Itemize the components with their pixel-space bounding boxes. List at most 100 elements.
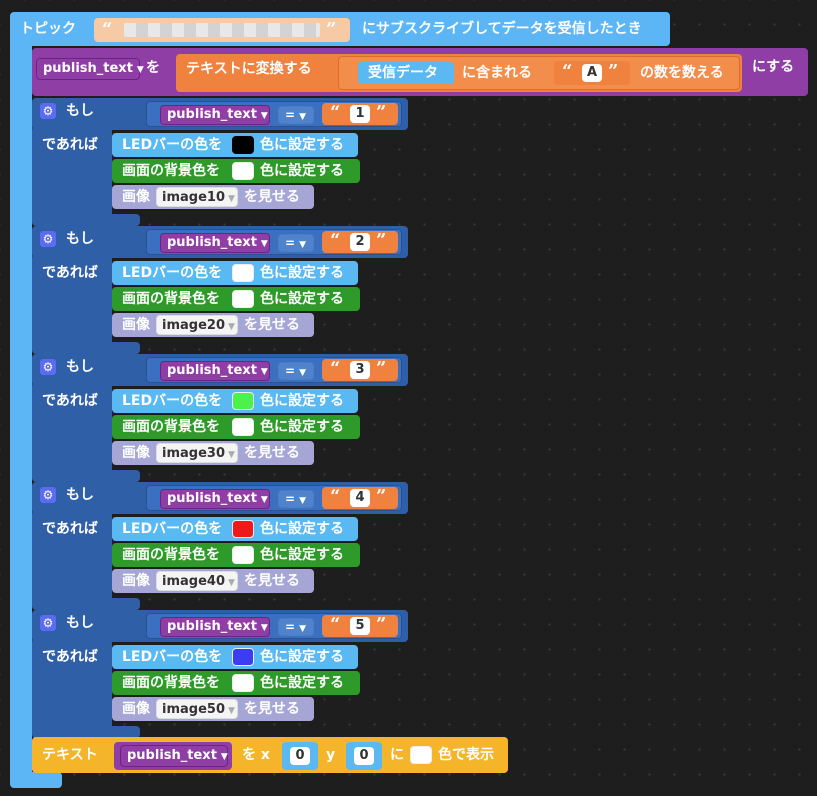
compare-literal[interactable]: “ 5 ” (322, 615, 398, 637)
compare-value[interactable]: 1 (350, 105, 370, 123)
compare-literal[interactable]: “ 3 ” (322, 359, 398, 381)
y-label: y (326, 747, 336, 763)
compare-literal[interactable]: “ 4 ” (322, 487, 398, 509)
x-value[interactable]: 0 (290, 747, 310, 765)
variable-name: publish_text (167, 235, 257, 250)
compare-value[interactable]: 2 (350, 233, 370, 251)
variable-name: publish_text (43, 61, 133, 76)
led-color-swatch[interactable] (232, 520, 254, 538)
operator-dropdown[interactable]: = ▼ (278, 618, 314, 636)
image-suffix: を見せる (244, 445, 300, 461)
if-label: もし (66, 487, 94, 503)
led-suffix: 色に設定する (260, 521, 344, 537)
chevron-down-icon: ▼ (299, 240, 306, 250)
image-dropdown[interactable]: image10 ▼ (156, 187, 238, 207)
compare-variable-dropdown[interactable]: publish_text ▼ (160, 617, 270, 637)
compare-value[interactable]: 4 (350, 489, 370, 507)
variable-name: publish_text (167, 619, 257, 634)
chevron-down-icon: ▼ (299, 496, 306, 506)
operator-dropdown[interactable]: = ▼ (278, 234, 314, 252)
chevron-down-icon: ▼ (228, 450, 235, 460)
show-color-swatch[interactable] (410, 746, 432, 764)
subscribe-block-spine[interactable] (10, 40, 32, 786)
image-dropdown[interactable]: image30 ▼ (156, 443, 238, 463)
contained-label: に含まれる (462, 65, 532, 81)
led-suffix: 色に設定する (260, 649, 344, 665)
gear-icon[interactable]: ⚙ (40, 103, 56, 119)
compare-variable-dropdown[interactable]: publish_text ▼ (160, 105, 270, 125)
subscribe-block-foot[interactable] (10, 772, 62, 788)
led-label: LEDバーの色を (122, 265, 223, 281)
led-color-swatch[interactable] (232, 648, 254, 666)
image-name: image40 (162, 574, 225, 589)
bg-label: 画面の背景色を (122, 291, 220, 307)
bg-color-swatch[interactable] (232, 162, 254, 180)
led-color-swatch[interactable] (232, 264, 254, 282)
operator-dropdown[interactable]: = ▼ (278, 490, 314, 508)
bg-suffix: 色に設定する (260, 291, 344, 307)
if-block-foot[interactable] (32, 598, 140, 610)
open-quote-icon: “ (562, 61, 573, 82)
image-suffix: を見せる (244, 701, 300, 717)
close-quote-icon: ” (376, 486, 387, 507)
char-literal[interactable]: “ A ” (554, 61, 630, 85)
chevron-down-icon: ▼ (299, 624, 306, 634)
topic-input[interactable]: “ ” (94, 18, 350, 42)
image-name: image20 (162, 318, 225, 333)
y-value[interactable]: 0 (354, 747, 374, 765)
chevron-down-icon: ▼ (299, 112, 306, 122)
then-label: であれば (42, 137, 98, 153)
compare-variable-dropdown[interactable]: publish_text ▼ (160, 361, 270, 381)
gear-icon[interactable]: ⚙ (40, 615, 56, 631)
variable-dropdown[interactable]: publish_text ▼ (36, 58, 144, 80)
bg-label: 画面の背景色を (122, 419, 220, 435)
then-label: であれば (42, 265, 98, 281)
bg-color-swatch[interactable] (232, 290, 254, 308)
chevron-down-icon: ▼ (228, 706, 235, 716)
operator-dropdown[interactable]: = ▼ (278, 362, 314, 380)
gear-icon[interactable]: ⚙ (40, 359, 56, 375)
compare-value[interactable]: 5 (350, 617, 370, 635)
close-quote-icon: ” (608, 61, 619, 82)
open-quote-icon: “ (330, 102, 341, 123)
compare-literal[interactable]: “ 2 ” (322, 231, 398, 253)
image-dropdown[interactable]: image40 ▼ (156, 571, 238, 591)
led-label: LEDバーの色を (122, 521, 223, 537)
close-quote-icon: ” (326, 19, 337, 40)
compare-literal[interactable]: “ 1 ” (322, 103, 398, 125)
gear-icon[interactable]: ⚙ (40, 487, 56, 503)
show-variable-dropdown[interactable]: publish_text ▼ (120, 745, 228, 767)
operator-symbol: = (285, 108, 296, 122)
image-dropdown[interactable]: image20 ▼ (156, 315, 238, 335)
at-x-label: を x (242, 747, 270, 763)
char-value[interactable]: A (582, 64, 602, 82)
operator-symbol: = (285, 364, 296, 378)
gear-icon[interactable]: ⚙ (40, 231, 56, 247)
bg-color-swatch[interactable] (232, 418, 254, 436)
chevron-down-icon: ▼ (220, 752, 228, 762)
if-block-foot[interactable] (32, 342, 140, 354)
led-label: LEDバーの色を (122, 393, 223, 409)
led-color-swatch[interactable] (232, 136, 254, 154)
variable-name: publish_text (127, 748, 217, 763)
led-suffix: 色に設定する (260, 393, 344, 409)
bg-label: 画面の背景色を (122, 163, 220, 179)
if-block-foot[interactable] (32, 470, 140, 482)
open-quote-icon: “ (330, 614, 341, 635)
compare-variable-dropdown[interactable]: publish_text ▼ (160, 233, 270, 253)
led-color-swatch[interactable] (232, 392, 254, 410)
bg-color-swatch[interactable] (232, 546, 254, 564)
compare-variable-dropdown[interactable]: publish_text ▼ (160, 489, 270, 509)
if-block-foot[interactable] (32, 214, 140, 226)
image-dropdown[interactable]: image50 ▼ (156, 699, 238, 719)
then-label: であれば (42, 649, 98, 665)
then-label: であれば (42, 521, 98, 537)
bg-color-swatch[interactable] (232, 674, 254, 692)
image-label: 画像 (122, 701, 150, 717)
operator-dropdown[interactable]: = ▼ (278, 106, 314, 124)
if-label: もし (66, 359, 94, 375)
image-name: image30 (162, 446, 225, 461)
show-text-block[interactable] (32, 737, 508, 773)
image-label: 画像 (122, 573, 150, 589)
compare-value[interactable]: 3 (350, 361, 370, 379)
